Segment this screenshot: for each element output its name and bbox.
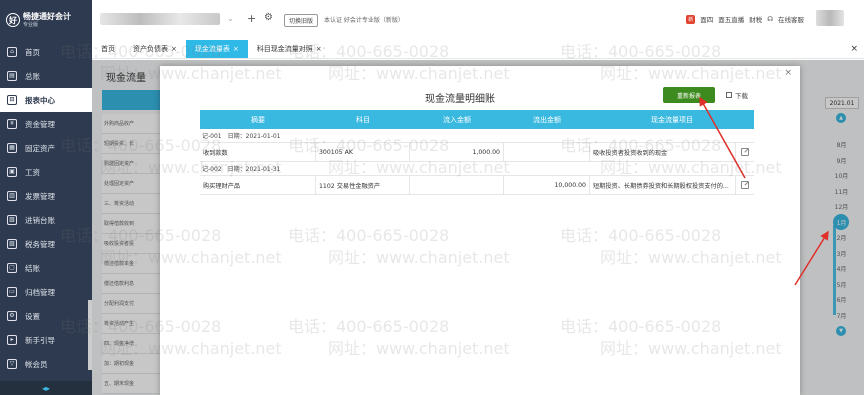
regenerate-report-button[interactable]: 重新报表	[663, 87, 715, 103]
column-header: 现金流量项目	[651, 115, 693, 124]
topbar: ⌄ + ⚙ 切换旧版 本认证 好会计专业版（新版） 新 面四 面五直播 财税 ☊…	[92, 0, 864, 40]
watermark-text: 电话：400-665-0028	[60, 317, 222, 336]
row-subject: 1102 交易性金融资产	[316, 176, 410, 194]
company-selector[interactable]	[100, 13, 220, 25]
watermark-text: 电话：400-665-0028	[288, 136, 450, 155]
watermark-text: 电话：400-665-0028	[560, 317, 722, 336]
sidebar-item-label: 工资	[25, 167, 40, 177]
sidebar-item-label: 税务管理	[25, 239, 55, 249]
app-logo[interactable]: 好 畅捷通好会计 专业版	[0, 0, 92, 40]
watermark-text: 网址：www.chanjet.net	[100, 248, 282, 267]
salary-icon: ▣	[7, 167, 17, 177]
ledger-icon: ▤	[7, 71, 17, 81]
table-header: 摘要 科目 流入金额 流出金额 现金流量项目	[200, 110, 754, 129]
watermark-text: 网址：www.chanjet.net	[328, 64, 510, 83]
settings-icon: ⚙	[7, 311, 17, 321]
table-row: 购买理财产品 1102 交易性金融资产 10,000.00 短期投资、长期债券投…	[200, 176, 754, 195]
row-outflow: 10,000.00	[504, 176, 590, 194]
sidebar-item-label: 固定资产	[25, 143, 55, 153]
column-header: 摘要	[251, 115, 265, 124]
chevron-down-icon[interactable]: ⌄	[227, 14, 234, 23]
voucher-date: 日期：2021-01-01	[227, 133, 281, 140]
tax-icon: ▨	[7, 239, 17, 249]
edition-label: 本认证 好会计专业版（新版）	[324, 17, 404, 24]
sidebar-item-label: 新手引导	[25, 335, 55, 345]
sidebar-item-label: 结账	[25, 263, 40, 273]
watermark-text: 网址：www.chanjet.net	[100, 158, 282, 177]
watermark-text: 电话：400-665-0028	[60, 42, 222, 61]
row-cash-flow-item: 短期投资、长期债券投资和长期股权投资支付的...	[590, 176, 736, 194]
topbar-link[interactable]: 财税	[749, 14, 762, 24]
column-header: 流入金额	[443, 115, 471, 124]
watermark-text: 电话：400-665-0028	[60, 226, 222, 245]
sidebar-item-label: 归档管理	[25, 287, 55, 297]
asset-icon: ▦	[7, 143, 17, 153]
sidebar-item-label: 总账	[25, 71, 40, 81]
invoice-icon: ▥	[7, 191, 17, 201]
user-avatar[interactable]	[816, 10, 844, 26]
topbar-link[interactable]: 面四	[700, 14, 713, 24]
sidebar-item[interactable]: ▣ 工资	[0, 160, 92, 184]
sidebar-item[interactable]: ▤ 总账	[0, 64, 92, 88]
watermark-text: 电话：400-665-0028	[60, 136, 222, 155]
sidebar-item-label: 帐会员	[25, 359, 48, 369]
inventory-icon: ▧	[7, 215, 17, 225]
report-icon: ⊡	[7, 95, 17, 105]
logo-icon: 好	[6, 13, 20, 27]
download-label: 下载	[735, 92, 748, 100]
sidebar-item[interactable]: ▢ 结账	[0, 256, 92, 280]
sidebar-item[interactable]: ▽ 帐会员	[0, 352, 92, 376]
online-service-link[interactable]: 在线客服	[778, 14, 804, 24]
sidebar-item-label: 设置	[25, 311, 40, 321]
close-all-tabs-icon[interactable]: ×	[850, 44, 858, 54]
logo-subtext: 专业版	[23, 21, 39, 28]
watermark-text: 网址：www.chanjet.net	[328, 248, 510, 267]
home-icon: ⌂	[7, 47, 17, 57]
closing-icon: ▢	[7, 263, 17, 273]
vip-icon: ▽	[7, 359, 17, 369]
topbar-link[interactable]: 面五直播	[718, 14, 744, 24]
watermark-text: 电话：400-665-0028	[288, 226, 450, 245]
watermark-text: 网址：www.chanjet.net	[100, 339, 282, 358]
gear-icon[interactable]: ⚙	[264, 12, 273, 23]
sidebar-item-label: 首页	[25, 47, 40, 57]
logo-text: 畅捷通好会计	[23, 12, 71, 22]
row-inflow	[410, 176, 504, 194]
download-button[interactable]: 下载	[726, 90, 748, 100]
close-icon[interactable]: ×	[784, 68, 792, 78]
column-header: 科目	[356, 115, 370, 124]
sidebar-item[interactable]: ⊡ 报表中心	[0, 88, 92, 112]
switch-version-button[interactable]: 切换旧版	[284, 14, 319, 27]
edit-icon[interactable]	[741, 181, 749, 189]
watermark-text: 电话：400-665-0028	[560, 226, 722, 245]
row-summary: 购买理财产品	[200, 176, 316, 194]
close-icon[interactable]: ×	[233, 45, 239, 53]
money-icon: ¥	[7, 119, 17, 129]
watermark-text: 电话：400-665-0028	[560, 42, 722, 61]
sidebar-item[interactable]: ▥ 发票管理	[0, 184, 92, 208]
sidebar-item-label: 进销台账	[25, 215, 55, 225]
watermark-text: 网址：www.chanjet.net	[100, 64, 282, 83]
sidebar-item[interactable]: ▭ 归档管理	[0, 280, 92, 304]
download-icon	[726, 92, 732, 98]
news-icon[interactable]: 新	[686, 14, 696, 24]
watermark-text: 网址：www.chanjet.net	[600, 339, 782, 358]
collapse-sidebar-icon[interactable]: ◂▸	[0, 381, 92, 395]
watermark-text: 电话：400-665-0028	[560, 136, 722, 155]
watermark-text: 电话：400-665-0028	[288, 317, 450, 336]
sidebar-item-label: 发票管理	[25, 191, 55, 201]
column-header: 流出金额	[533, 115, 561, 124]
plus-icon[interactable]: +	[247, 12, 256, 25]
watermark-text: 电话：400-665-0028	[288, 42, 450, 61]
archive-icon: ▭	[7, 287, 17, 297]
watermark-text: 网址：www.chanjet.net	[328, 158, 510, 177]
sidebar-item-label: 资金管理	[25, 119, 55, 129]
watermark-text: 网址：www.chanjet.net	[600, 248, 782, 267]
watermark-text: 网址：www.chanjet.net	[600, 64, 782, 83]
sidebar-item-label: 报表中心	[25, 95, 55, 105]
watermark-text: 网址：www.chanjet.net	[600, 158, 782, 177]
watermark-text: 网址：www.chanjet.net	[328, 339, 510, 358]
guide-icon: ▸	[7, 335, 17, 345]
headset-icon[interactable]: ☊	[767, 15, 773, 23]
